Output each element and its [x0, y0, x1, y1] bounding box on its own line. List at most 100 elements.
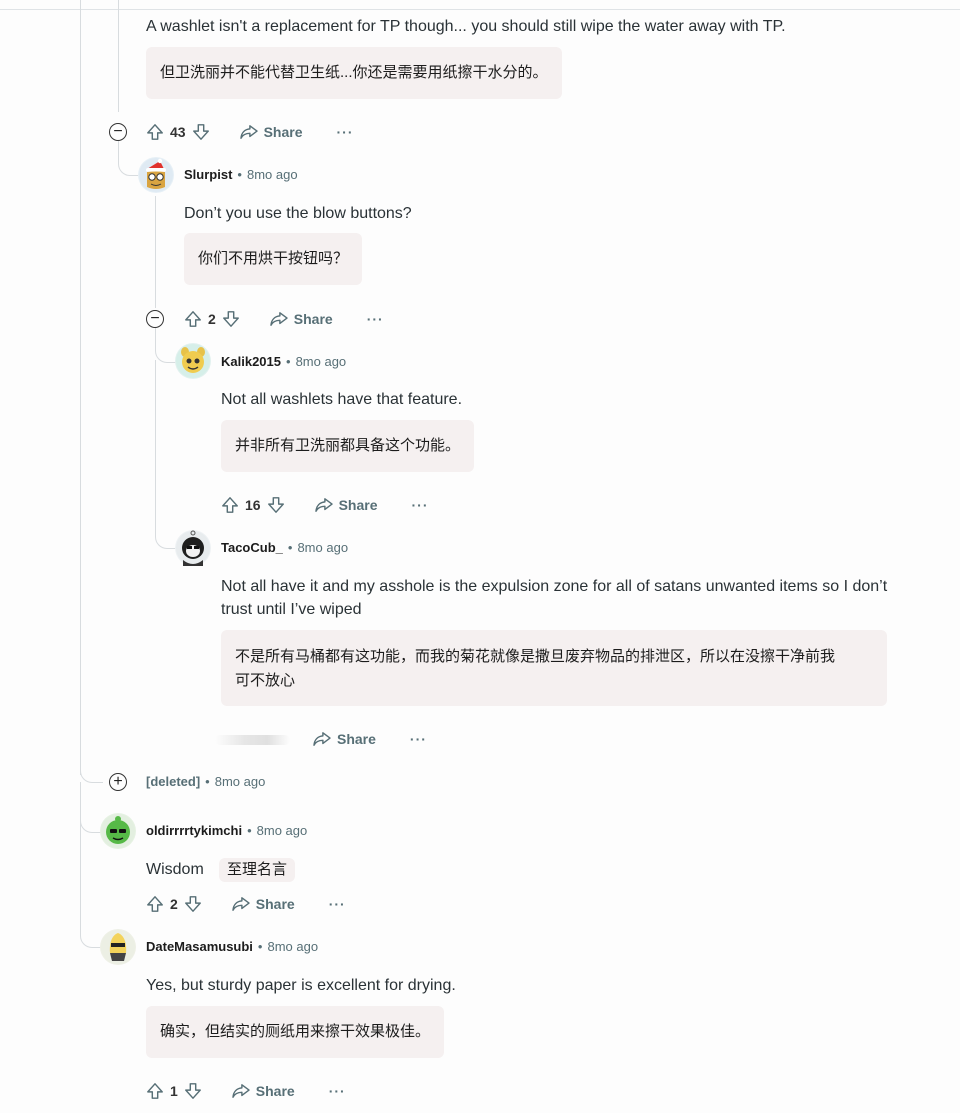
share-label: Share — [263, 124, 303, 140]
upvote-icon[interactable] — [146, 895, 164, 913]
separator: • — [286, 354, 291, 369]
translation-line-1: 不是所有马桶都有这功能，而我的菊花就像是撒旦废弃物品的排泄区，所以在没擦干净前我 — [235, 648, 836, 665]
share-button[interactable]: Share — [313, 731, 376, 747]
share-label: Share — [293, 311, 333, 327]
share-icon — [314, 498, 333, 512]
upvote-icon[interactable] — [146, 1082, 164, 1100]
top-divider — [0, 9, 960, 10]
avatar[interactable] — [175, 530, 211, 566]
share-label: Share — [255, 1083, 295, 1099]
comment-actions: 2 Share ··· — [184, 307, 384, 331]
expand-icon: + — [113, 773, 123, 790]
share-icon — [232, 897, 250, 911]
upvote-icon[interactable] — [221, 496, 239, 514]
comment-meta: TacoCub_ • 8mo ago — [221, 540, 348, 555]
downvote-icon[interactable] — [184, 1082, 202, 1100]
more-icon[interactable]: ··· — [329, 1083, 346, 1099]
timestamp[interactable]: 8mo ago — [247, 167, 298, 182]
username[interactable]: DateMasamusubi — [146, 939, 253, 954]
more-icon[interactable]: ··· — [412, 497, 429, 513]
timestamp[interactable]: 8mo ago — [267, 939, 318, 954]
share-icon — [313, 732, 331, 746]
share-button[interactable]: Share — [232, 896, 295, 912]
comment-meta: DateMasamusubi • 8mo ago — [146, 939, 318, 954]
thread-line-l2 — [155, 196, 156, 308]
comment-actions: 43 Share ··· — [146, 120, 354, 144]
comment-meta: oldirrrrtykimchi • 8mo ago — [146, 823, 307, 838]
more-icon[interactable]: ··· — [329, 896, 346, 912]
comment-actions: Share ··· — [283, 727, 427, 751]
vote-count: 2 — [208, 311, 216, 327]
thread-elbow-taco — [155, 360, 176, 549]
downvote-icon[interactable] — [184, 895, 202, 913]
comment-body: Wisdom — [146, 861, 204, 878]
comment-body: A washlet isn't a replacement for TP tho… — [146, 18, 786, 35]
vote-controls-blurred[interactable] — [215, 735, 290, 745]
share-button[interactable]: Share — [239, 124, 303, 140]
vote-count: 2 — [170, 896, 178, 912]
collapse-button[interactable]: − — [146, 310, 164, 328]
collapse-icon: − — [113, 123, 123, 140]
share-label: Share — [255, 896, 295, 912]
translation-box: 并非所有卫洗丽都具备这个功能。 — [221, 420, 475, 472]
more-icon[interactable]: ··· — [367, 311, 384, 327]
username[interactable]: TacoCub_ — [221, 540, 283, 555]
comment-body: Don’t you use the blow buttons? — [184, 205, 412, 222]
separator: • — [205, 774, 210, 789]
thread-line-l1 — [118, 0, 119, 112]
share-button[interactable]: Share — [270, 311, 333, 327]
comment-actions: 16 Share ··· — [221, 493, 429, 517]
comment-body-line-1: Not all have it and my asshole is the ex… — [221, 578, 888, 595]
translation-box: 你们不用烘干按钮吗？ — [184, 233, 363, 285]
downvote-icon[interactable] — [222, 310, 240, 328]
share-label: Share — [337, 731, 376, 747]
expand-button[interactable]: + — [109, 773, 127, 791]
avatar[interactable] — [100, 813, 136, 849]
more-icon[interactable]: ··· — [337, 124, 354, 140]
username[interactable]: Kalik2015 — [221, 354, 281, 369]
share-icon — [232, 1084, 250, 1098]
separator: • — [247, 823, 252, 838]
share-button[interactable]: Share — [232, 1083, 295, 1099]
translation-line-2: 可不放心 — [235, 672, 296, 689]
share-label: Share — [338, 497, 378, 513]
thread-elbow-deleted — [80, 760, 103, 783]
timestamp[interactable]: 8mo ago — [297, 540, 348, 555]
more-icon[interactable]: ··· — [410, 731, 427, 747]
share-icon — [270, 312, 288, 326]
vote-count: 1 — [170, 1083, 178, 1099]
comment-body-line-2: trust until I’ve wiped — [221, 601, 362, 618]
comment-body: Yes, but sturdy paper is excellent for d… — [146, 977, 456, 994]
share-button[interactable]: Share — [314, 497, 378, 513]
username[interactable]: oldirrrrtykimchi — [146, 823, 242, 838]
comment-actions: 2 Share ··· — [146, 892, 346, 916]
timestamp[interactable]: 8mo ago — [296, 354, 347, 369]
thread-line-root-lower — [80, 782, 81, 922]
avatar[interactable] — [100, 929, 136, 965]
thread-elbow-slurpist — [118, 141, 139, 176]
timestamp[interactable]: 8mo ago — [257, 823, 308, 838]
separator: • — [257, 939, 263, 954]
comment-actions: 1 Share ··· — [146, 1079, 346, 1103]
upvote-icon[interactable] — [184, 310, 202, 328]
username[interactable]: Slurpist — [184, 167, 232, 182]
avatar[interactable] — [175, 343, 211, 379]
translation-box: 至理名言 — [219, 858, 296, 882]
translation-box: 不是所有马桶都有这功能，而我的菊花就像是撒旦废弃物品的排泄区，所以在没擦干净前我… — [221, 630, 887, 706]
separator: • — [237, 167, 242, 182]
collapse-button[interactable]: − — [109, 123, 127, 141]
username: [deleted] — [146, 774, 201, 789]
downvote-icon[interactable] — [192, 123, 210, 141]
vote-count: 43 — [170, 124, 186, 140]
comment-meta: Kalik2015 • 8mo ago — [221, 354, 346, 369]
comment-meta: [deleted] • 8mo ago — [146, 774, 265, 789]
translation-box: 但卫洗丽并不能代替卫生纸...你还是需要用纸擦干水分的。 — [146, 47, 562, 99]
upvote-icon[interactable] — [146, 123, 164, 141]
separator: • — [287, 540, 293, 555]
comment-body: Not all washlets have that feature. — [221, 391, 463, 408]
avatar[interactable] — [138, 157, 174, 193]
thread-elbow-date — [80, 915, 101, 948]
thread-line-root — [80, 0, 81, 775]
downvote-icon[interactable] — [267, 496, 285, 514]
timestamp[interactable]: 8mo ago — [215, 774, 266, 789]
